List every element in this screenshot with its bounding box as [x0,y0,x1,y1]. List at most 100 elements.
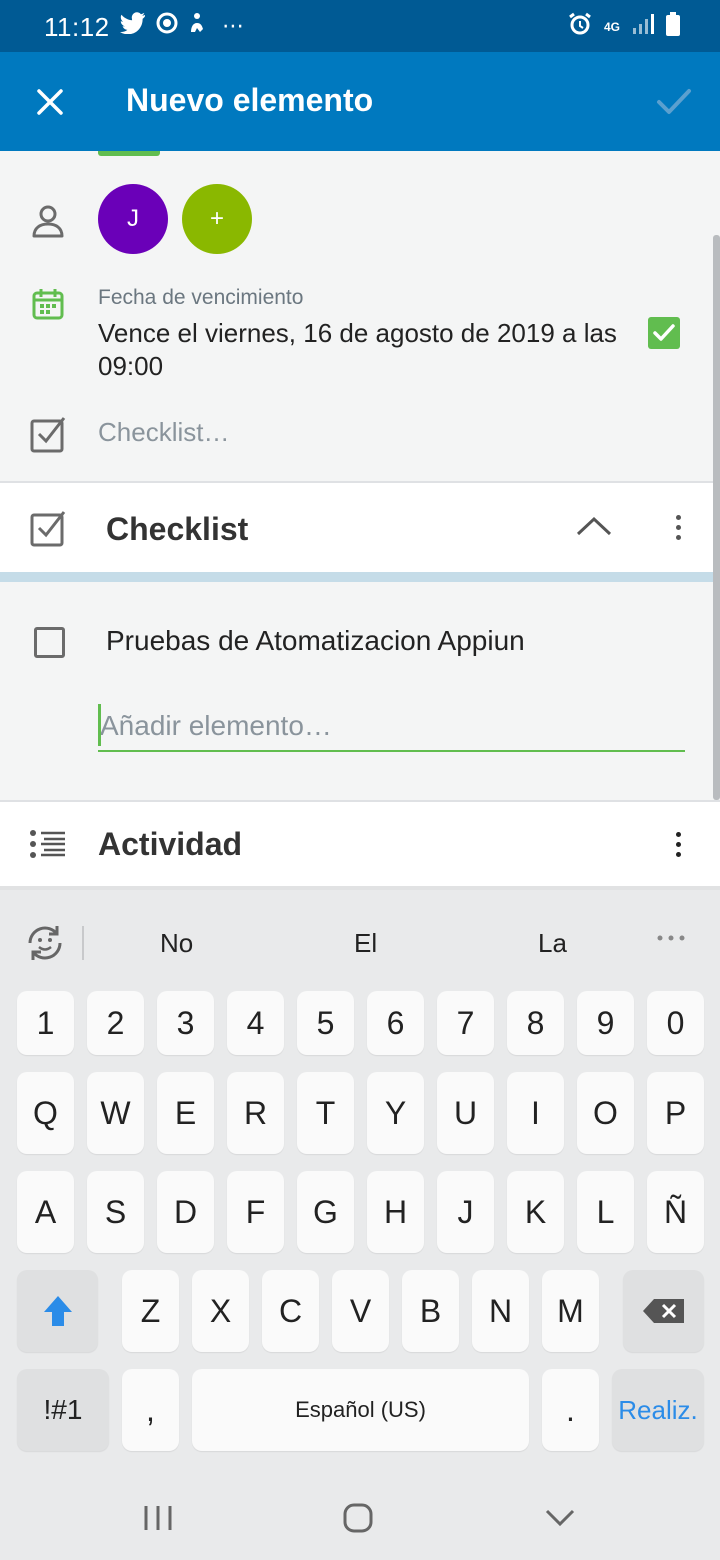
key-e[interactable]: E [157,1072,214,1154]
key-l[interactable]: L [577,1171,634,1253]
key-4[interactable]: 4 [227,991,284,1055]
checklist-title: Checklist [106,511,249,547]
close-icon [37,89,63,115]
key-v[interactable]: V [332,1270,389,1352]
status-time: 11:12 [44,12,110,42]
network-type: 4G [603,20,620,34]
add-member-button[interactable]: + [182,184,252,254]
checklist-item-text[interactable]: Pruebas de Atomatizacion Appiun [106,625,525,657]
done-key[interactable]: Realiz. [612,1369,704,1451]
shift-key[interactable] [17,1270,98,1352]
backspace-icon [642,1299,684,1323]
home-icon [343,1503,373,1533]
key-q[interactable]: Q [17,1072,74,1154]
key-7[interactable]: 7 [437,991,494,1055]
checklist-icon [28,508,68,548]
members-icon [28,201,68,241]
check-icon [657,89,691,114]
card-details: J + Fecha de vencimiento Vence el vierne… [0,151,720,482]
more-notifications-icon: ⋯ [222,13,244,38]
key-f[interactable]: F [227,1171,284,1253]
twitter-icon [120,12,146,40]
key-r[interactable]: R [227,1072,284,1154]
suggestion-3[interactable]: La [538,928,567,959]
key-m[interactable]: M [542,1270,599,1352]
activity-list-icon [28,824,68,864]
key-i[interactable]: I [507,1072,564,1154]
due-date-value[interactable]: Vence el viernes, 16 de agosto de 2019 a… [98,317,618,383]
recent-apps-button[interactable] [128,1496,188,1540]
key-3[interactable]: 3 [157,991,214,1055]
key-h[interactable]: H [367,1171,424,1253]
add-item-input[interactable] [98,702,685,752]
activity-title: Actividad [98,826,243,862]
key-6[interactable]: 6 [367,991,424,1055]
key-p[interactable]: P [647,1072,704,1154]
backspace-key[interactable] [623,1270,704,1352]
activity-menu-button[interactable] [663,824,693,864]
key-y[interactable]: Y [367,1072,424,1154]
key-a[interactable]: A [17,1171,74,1253]
key-z[interactable]: Z [122,1270,179,1352]
space-key[interactable]: Español (US) [192,1369,529,1451]
confirm-button[interactable] [646,74,702,130]
back-button[interactable] [530,1496,590,1540]
keyboard: No El La 1 2 3 4 5 6 7 8 9 0 Q W E R T Y… [0,890,720,1470]
emoji-refresh-icon [28,926,62,960]
checklist-body: Pruebas de Atomatizacion Appiun [0,582,720,800]
more-icon [657,935,685,941]
checklist-menu-button[interactable] [663,507,693,547]
checklist-icon [28,414,68,454]
navigation-bar [0,1470,720,1560]
chevron-up-icon [576,516,612,536]
notification-icons: ⋯ [120,12,244,40]
checklist-item-checkbox[interactable] [34,627,65,658]
recent-apps-icon [144,1506,172,1530]
comma-key[interactable]: , [122,1369,179,1451]
key-u[interactable]: U [437,1072,494,1154]
key-o[interactable]: O [577,1072,634,1154]
symbols-key[interactable]: !#1 [17,1369,109,1451]
key-g[interactable]: G [297,1171,354,1253]
key-s[interactable]: S [87,1171,144,1253]
battery-icon [666,12,680,42]
key-c[interactable]: C [262,1270,319,1352]
more-suggestions-button[interactable] [656,930,686,948]
card-label[interactable] [98,151,160,156]
key-t[interactable]: T [297,1072,354,1154]
accessibility-icon [188,12,206,40]
checklist-progress [0,572,720,582]
suggestion-1[interactable]: No [160,928,193,959]
avatar[interactable]: J [98,184,168,254]
key-8[interactable]: 8 [507,991,564,1055]
key-n-tilde[interactable]: Ñ [647,1171,704,1253]
add-checklist-button[interactable]: Checklist… [98,417,229,448]
collapse-button[interactable] [574,511,614,541]
period-key[interactable]: . [542,1369,599,1451]
divider [82,926,84,960]
app-bar: Nuevo elemento [0,52,720,151]
close-button[interactable] [24,76,76,128]
key-x[interactable]: X [192,1270,249,1352]
home-button[interactable] [328,1496,388,1540]
key-d[interactable]: D [157,1171,214,1253]
key-1[interactable]: 1 [17,991,74,1055]
key-w[interactable]: W [87,1072,144,1154]
signal-icon [632,13,654,41]
suggestion-2[interactable]: El [354,928,377,959]
emoji-toggle-button[interactable] [24,922,66,964]
key-0[interactable]: 0 [647,991,704,1055]
key-5[interactable]: 5 [297,991,354,1055]
scrollbar[interactable] [713,235,720,800]
checklist-header: Checklist [0,483,720,572]
shift-arrow-icon [43,1296,72,1326]
key-b[interactable]: B [402,1270,459,1352]
key-2[interactable]: 2 [87,991,144,1055]
system-icons: 4G [568,12,680,42]
key-j[interactable]: J [437,1171,494,1253]
key-9[interactable]: 9 [577,991,634,1055]
due-complete-checkbox[interactable] [648,317,680,349]
key-k[interactable]: K [507,1171,564,1253]
sync-icon [156,12,178,40]
key-n[interactable]: N [472,1270,529,1352]
